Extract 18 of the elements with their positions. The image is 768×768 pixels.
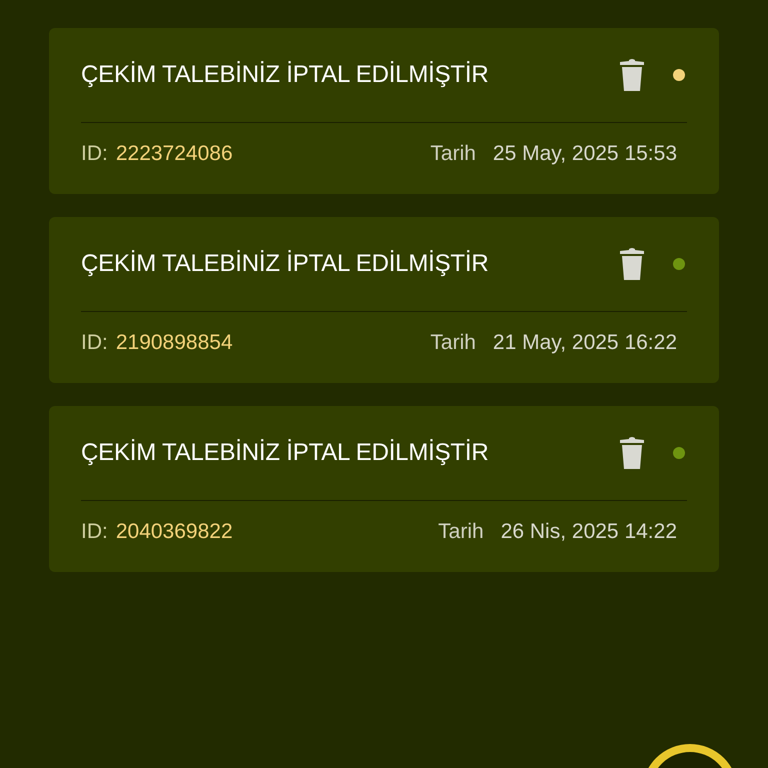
id-label: ID: <box>81 520 108 544</box>
id-label: ID: <box>81 142 108 166</box>
id-label: ID: <box>81 331 108 355</box>
trash-icon[interactable] <box>619 436 645 470</box>
trash-icon[interactable] <box>619 58 645 92</box>
id-value: 2040369822 <box>116 520 234 544</box>
id-value: 2223724086 <box>116 142 234 166</box>
notification-title: ÇEKİM TALEBİNİZ İPTAL EDİLMİŞTİR <box>81 439 490 467</box>
date-label: Tarih <box>438 520 484 544</box>
notification-title: ÇEKİM TALEBİNİZ İPTAL EDİLMİŞTİR <box>81 250 490 278</box>
date-value: 25 May, 2025 15:53 <box>492 142 677 166</box>
id-value: 2190898854 <box>116 331 234 355</box>
date-value: 26 Nis, 2025 14:22 <box>500 520 677 544</box>
date-value: 21 May, 2025 16:22 <box>492 331 677 355</box>
notification-title: ÇEKİM TALEBİNİZ İPTAL EDİLMİŞTİR <box>81 61 490 89</box>
trash-icon[interactable] <box>619 247 645 281</box>
date-label: Tarih <box>430 331 476 355</box>
date-label: Tarih <box>430 142 476 166</box>
